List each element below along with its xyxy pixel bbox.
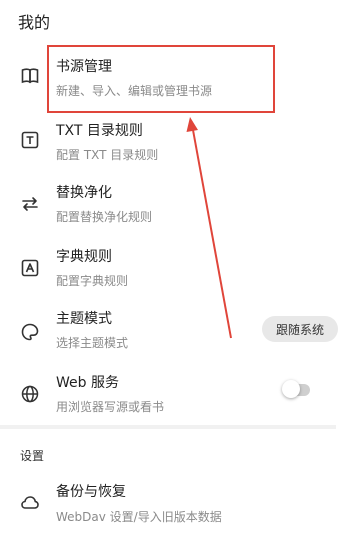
web-service-toggle[interactable] [282, 380, 310, 398]
menu-item-subtitle: WebDav 设置/导入旧版本数据 [56, 510, 222, 524]
text-t-icon [20, 130, 40, 150]
menu-item-backup-restore[interactable]: 备份与恢复 WebDav 设置/导入旧版本数据 [0, 476, 340, 536]
theme-icon [20, 322, 40, 342]
menu-item-title: 字典规则 [56, 249, 112, 265]
menu-item-dictionary-rules[interactable]: 字典规则 配置字典规则 [0, 242, 340, 302]
menu-item-title: 主题模式 [56, 311, 112, 327]
menu-item-subtitle: 用浏览器写源或看书 [56, 400, 165, 414]
menu-item-web-service[interactable]: Web 服务 用浏览器写源或看书 [0, 368, 340, 428]
annotation-highlight-box [47, 45, 275, 113]
menu-item-title: 备份与恢复 [56, 484, 126, 500]
menu-item-subtitle: 配置替换净化规则 [56, 210, 153, 224]
menu-item-title: 替换净化 [56, 185, 112, 201]
swap-icon [20, 194, 40, 214]
menu-item-subtitle: 选择主题模式 [56, 336, 129, 350]
theme-mode-value-chip[interactable]: 跟随系统 [262, 316, 338, 342]
globe-icon [20, 384, 40, 404]
page-title: 我的 [18, 13, 51, 32]
menu-item-title: TXT 目录规则 [56, 123, 143, 139]
menu-item-title: Web 服务 [56, 375, 119, 391]
section-divider [0, 425, 336, 429]
menu-item-subtitle: 配置字典规则 [56, 274, 129, 288]
section-label-settings: 设置 [20, 449, 45, 463]
toggle-thumb [282, 380, 300, 398]
dictionary-a-icon [20, 258, 40, 278]
menu-item-replace-purify[interactable]: 替换净化 配置替换净化规则 [0, 176, 340, 236]
cloud-icon [20, 492, 40, 512]
menu-item-txt-toc-rules[interactable]: TXT 目录规则 配置 TXT 目录规则 [0, 114, 340, 174]
menu-item-subtitle: 配置 TXT 目录规则 [56, 148, 159, 162]
book-open-icon [20, 66, 40, 86]
